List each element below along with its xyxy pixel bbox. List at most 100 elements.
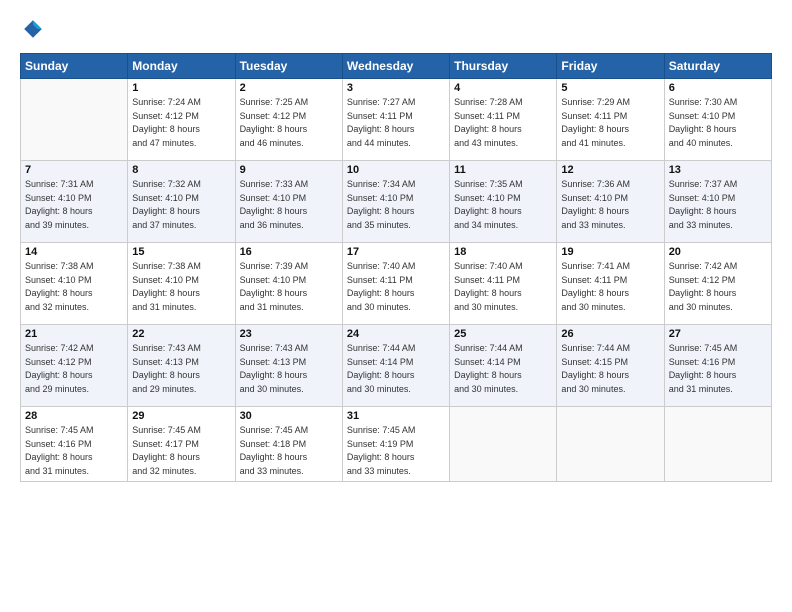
day-number: 29 — [132, 410, 230, 422]
day-number: 12 — [561, 164, 659, 176]
logo-icon — [22, 18, 44, 40]
day-info: Sunrise: 7:42 AM Sunset: 4:12 PM Dayligh… — [669, 260, 767, 314]
calendar-cell: 17Sunrise: 7:40 AM Sunset: 4:11 PM Dayli… — [342, 243, 449, 325]
calendar-cell: 12Sunrise: 7:36 AM Sunset: 4:10 PM Dayli… — [557, 161, 664, 243]
day-number: 28 — [25, 410, 123, 422]
day-info: Sunrise: 7:37 AM Sunset: 4:10 PM Dayligh… — [669, 178, 767, 232]
logo — [20, 18, 46, 45]
day-info: Sunrise: 7:24 AM Sunset: 4:12 PM Dayligh… — [132, 96, 230, 150]
day-number: 7 — [25, 164, 123, 176]
day-number: 2 — [240, 82, 338, 94]
day-info: Sunrise: 7:43 AM Sunset: 4:13 PM Dayligh… — [132, 342, 230, 396]
day-info: Sunrise: 7:43 AM Sunset: 4:13 PM Dayligh… — [240, 342, 338, 396]
calendar-cell: 2 Sunrise: 7:25 AM Sunset: 4:12 PM Daylig… — [235, 79, 342, 161]
calendar-cell: 10Sunrise: 7:34 AM Sunset: 4:10 PM Dayli… — [342, 161, 449, 243]
calendar-cell: 23 Sunrise: 7:43 AM Sunset: 4:13 PM Dayli… — [235, 325, 342, 407]
day-number: 31 — [347, 410, 445, 422]
day-info: Sunrise: 7:33 AM Sunset: 4:10 PM Dayligh… — [240, 178, 338, 232]
day-info: Sunrise: 7:45 AM Sunset: 4:19 PM Dayligh… — [347, 424, 445, 478]
calendar-cell: 16 Sunrise: 7:39 AM Sunset: 4:10 PM Dayli… — [235, 243, 342, 325]
day-info: Sunrise: 7:27 AM Sunset: 4:11 PM Dayligh… — [347, 96, 445, 150]
week-row-5: 28Sunrise: 7:45 AM Sunset: 4:16 PM Dayli… — [21, 407, 772, 482]
day-number: 1 — [132, 82, 230, 94]
weekday-header-thursday: Thursday — [450, 54, 557, 79]
day-number: 23 — [240, 328, 338, 340]
weekday-header-saturday: Saturday — [664, 54, 771, 79]
day-number: 11 — [454, 164, 552, 176]
day-info: Sunrise: 7:39 AM Sunset: 4:10 PM Dayligh… — [240, 260, 338, 314]
day-number: 14 — [25, 246, 123, 258]
day-info: Sunrise: 7:38 AM Sunset: 4:10 PM Dayligh… — [25, 260, 123, 314]
day-number: 26 — [561, 328, 659, 340]
day-info: Sunrise: 7:32 AM Sunset: 4:10 PM Dayligh… — [132, 178, 230, 232]
day-number: 19 — [561, 246, 659, 258]
day-number: 8 — [132, 164, 230, 176]
day-number: 21 — [25, 328, 123, 340]
day-number: 16 — [240, 246, 338, 258]
day-number: 3 — [347, 82, 445, 94]
day-info: Sunrise: 7:45 AM Sunset: 4:16 PM Dayligh… — [669, 342, 767, 396]
day-info: Sunrise: 7:44 AM Sunset: 4:14 PM Dayligh… — [347, 342, 445, 396]
page-header — [20, 18, 772, 45]
week-row-1: 1 Sunrise: 7:24 AM Sunset: 4:12 PM Daylig… — [21, 79, 772, 161]
day-info: Sunrise: 7:45 AM Sunset: 4:17 PM Dayligh… — [132, 424, 230, 478]
calendar-cell: 31 Sunrise: 7:45 AM Sunset: 4:19 PM Dayli… — [342, 407, 449, 482]
day-info: Sunrise: 7:34 AM Sunset: 4:10 PM Dayligh… — [347, 178, 445, 232]
day-info: Sunrise: 7:31 AM Sunset: 4:10 PM Dayligh… — [25, 178, 123, 232]
day-number: 4 — [454, 82, 552, 94]
calendar-cell: 5Sunrise: 7:29 AM Sunset: 4:11 PM Daylig… — [557, 79, 664, 161]
day-info: Sunrise: 7:30 AM Sunset: 4:10 PM Dayligh… — [669, 96, 767, 150]
day-info: Sunrise: 7:35 AM Sunset: 4:10 PM Dayligh… — [454, 178, 552, 232]
day-info: Sunrise: 7:44 AM Sunset: 4:14 PM Dayligh… — [454, 342, 552, 396]
calendar-cell: 15 Sunrise: 7:38 AM Sunset: 4:10 PM Dayli… — [128, 243, 235, 325]
day-number: 30 — [240, 410, 338, 422]
day-number: 13 — [669, 164, 767, 176]
calendar-cell: 6Sunrise: 7:30 AM Sunset: 4:10 PM Daylig… — [664, 79, 771, 161]
calendar-cell: 19Sunrise: 7:41 AM Sunset: 4:11 PM Dayli… — [557, 243, 664, 325]
day-info: Sunrise: 7:42 AM Sunset: 4:12 PM Dayligh… — [25, 342, 123, 396]
calendar-cell: 26 Sunrise: 7:44 AM Sunset: 4:15 PM Dayli… — [557, 325, 664, 407]
calendar-cell — [450, 407, 557, 482]
weekday-header-row: SundayMondayTuesdayWednesdayThursdayFrid… — [21, 54, 772, 79]
weekday-header-friday: Friday — [557, 54, 664, 79]
calendar-cell: 3 Sunrise: 7:27 AM Sunset: 4:11 PM Daylig… — [342, 79, 449, 161]
calendar-cell: 9 Sunrise: 7:33 AM Sunset: 4:10 PM Daylig… — [235, 161, 342, 243]
calendar-cell: 8 Sunrise: 7:32 AM Sunset: 4:10 PM Daylig… — [128, 161, 235, 243]
calendar-cell: 4 Sunrise: 7:28 AM Sunset: 4:11 PM Daylig… — [450, 79, 557, 161]
day-info: Sunrise: 7:44 AM Sunset: 4:15 PM Dayligh… — [561, 342, 659, 396]
day-info: Sunrise: 7:38 AM Sunset: 4:10 PM Dayligh… — [132, 260, 230, 314]
week-row-3: 14 Sunrise: 7:38 AM Sunset: 4:10 PM Dayli… — [21, 243, 772, 325]
calendar-cell: 28Sunrise: 7:45 AM Sunset: 4:16 PM Dayli… — [21, 407, 128, 482]
day-info: Sunrise: 7:25 AM Sunset: 4:12 PM Dayligh… — [240, 96, 338, 150]
calendar-cell: 25 Sunrise: 7:44 AM Sunset: 4:14 PM Dayli… — [450, 325, 557, 407]
calendar-cell: 22 Sunrise: 7:43 AM Sunset: 4:13 PM Dayli… — [128, 325, 235, 407]
day-info: Sunrise: 7:45 AM Sunset: 4:18 PM Dayligh… — [240, 424, 338, 478]
week-row-2: 7 Sunrise: 7:31 AM Sunset: 4:10 PM Daylig… — [21, 161, 772, 243]
calendar-cell: 29 Sunrise: 7:45 AM Sunset: 4:17 PM Dayli… — [128, 407, 235, 482]
weekday-header-sunday: Sunday — [21, 54, 128, 79]
day-info: Sunrise: 7:28 AM Sunset: 4:11 PM Dayligh… — [454, 96, 552, 150]
calendar-cell: 11 Sunrise: 7:35 AM Sunset: 4:10 PM Dayli… — [450, 161, 557, 243]
day-number: 25 — [454, 328, 552, 340]
calendar-cell — [21, 79, 128, 161]
day-number: 17 — [347, 246, 445, 258]
calendar-cell: 14 Sunrise: 7:38 AM Sunset: 4:10 PM Dayli… — [21, 243, 128, 325]
calendar-cell: 18 Sunrise: 7:40 AM Sunset: 4:11 PM Dayli… — [450, 243, 557, 325]
day-number: 18 — [454, 246, 552, 258]
day-number: 22 — [132, 328, 230, 340]
day-number: 27 — [669, 328, 767, 340]
weekday-header-wednesday: Wednesday — [342, 54, 449, 79]
calendar-cell: 13 Sunrise: 7:37 AM Sunset: 4:10 PM Dayli… — [664, 161, 771, 243]
day-number: 9 — [240, 164, 338, 176]
calendar-table: SundayMondayTuesdayWednesdayThursdayFrid… — [20, 53, 772, 482]
day-number: 15 — [132, 246, 230, 258]
calendar-cell: 1 Sunrise: 7:24 AM Sunset: 4:12 PM Daylig… — [128, 79, 235, 161]
calendar-cell: 30 Sunrise: 7:45 AM Sunset: 4:18 PM Dayli… — [235, 407, 342, 482]
calendar-cell: 20Sunrise: 7:42 AM Sunset: 4:12 PM Dayli… — [664, 243, 771, 325]
day-number: 5 — [561, 82, 659, 94]
day-info: Sunrise: 7:40 AM Sunset: 4:11 PM Dayligh… — [454, 260, 552, 314]
weekday-header-tuesday: Tuesday — [235, 54, 342, 79]
calendar-cell: 7 Sunrise: 7:31 AM Sunset: 4:10 PM Daylig… — [21, 161, 128, 243]
week-row-4: 21 Sunrise: 7:42 AM Sunset: 4:12 PM Dayli… — [21, 325, 772, 407]
calendar-cell: 27 Sunrise: 7:45 AM Sunset: 4:16 PM Dayli… — [664, 325, 771, 407]
